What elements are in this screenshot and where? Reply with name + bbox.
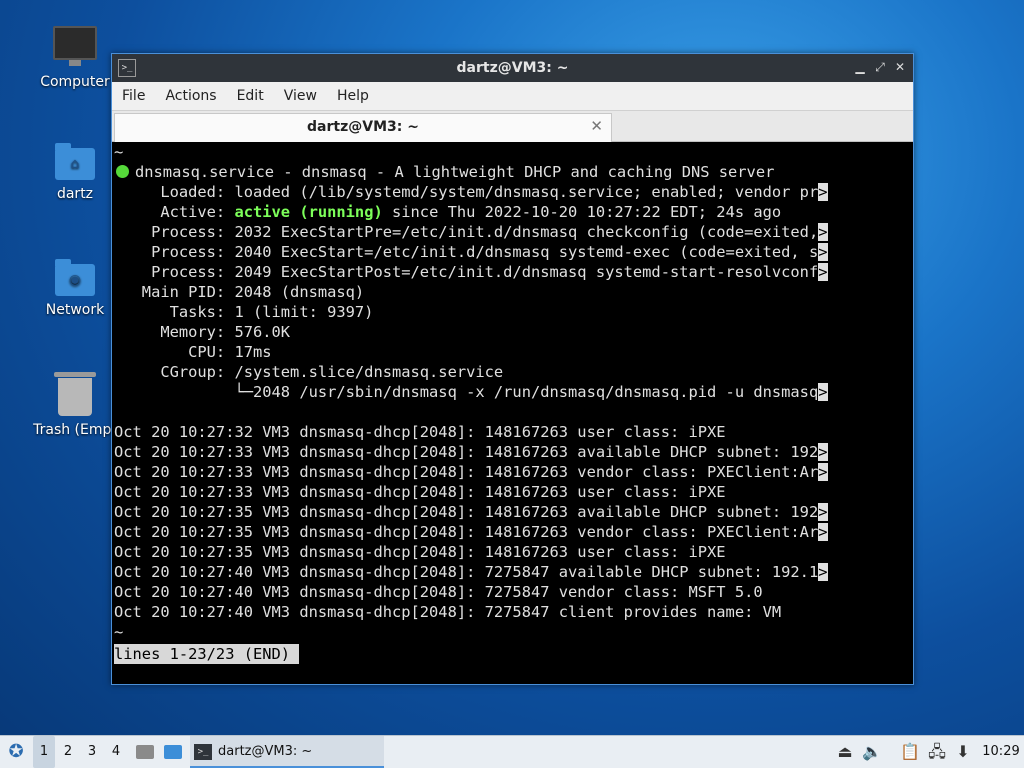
truncation-marker: > bbox=[818, 443, 828, 461]
maximize-icon[interactable]: ⤢ bbox=[872, 59, 888, 75]
menu-view[interactable]: View bbox=[278, 88, 323, 104]
clipboard-icon[interactable]: 📋 bbox=[899, 736, 921, 768]
terminal-line: ~ bbox=[114, 143, 124, 161]
terminal-line: Loaded: loaded (/lib/systemd/system/dnsm… bbox=[114, 183, 828, 201]
pager-status-line: lines 1-23/23 (END) bbox=[114, 644, 913, 664]
network-folder-icon: ◉ bbox=[55, 259, 95, 296]
workspace-3[interactable]: 3 bbox=[81, 736, 103, 768]
truncation-marker: > bbox=[818, 263, 828, 281]
window-title: dartz@VM3: ~ bbox=[456, 60, 569, 76]
terminal-line: Tasks: 1 (limit: 9397) bbox=[114, 303, 374, 321]
terminal-output[interactable]: ~ dnsmasq.service - dnsmasq - A lightweig… bbox=[112, 142, 913, 684]
desktop-icon-label: dartz bbox=[56, 186, 94, 202]
workspace-4[interactable]: 4 bbox=[105, 736, 127, 768]
workspace-2[interactable]: 2 bbox=[57, 736, 79, 768]
terminal-line: Process: 2032 ExecStartPre=/etc/init.d/d… bbox=[114, 223, 828, 241]
terminal-line: Oct 20 10:27:33 VM3 dnsmasq-dhcp[2048]: … bbox=[114, 443, 828, 461]
terminal-line: Process: 2049 ExecStartPost=/etc/init.d/… bbox=[114, 263, 828, 281]
terminal-line: Oct 20 10:27:33 VM3 dnsmasq-dhcp[2048]: … bbox=[114, 463, 828, 481]
terminal-line: CPU: 17ms bbox=[114, 343, 272, 361]
truncation-marker: > bbox=[818, 223, 828, 241]
tab-label: dartz@VM3: ~ bbox=[307, 119, 419, 135]
terminal-window: >_ dartz@VM3: ~ ▁ ⤢ ✕ File Actions Edit … bbox=[111, 53, 914, 685]
terminal-line: Oct 20 10:27:40 VM3 dnsmasq-dhcp[2048]: … bbox=[114, 563, 828, 581]
desktop-icon-label: Computer bbox=[40, 74, 110, 90]
terminal-line: Memory: 576.0K bbox=[114, 323, 291, 341]
menu-bar: File Actions Edit View Help bbox=[112, 82, 913, 111]
network-icon[interactable]: 🖧 bbox=[926, 736, 948, 768]
taskbar: ✪ 1 2 3 4 >_ dartz@VM3: ~ ⏏ 🔈 📋 🖧 ⬇ 10:29 bbox=[0, 735, 1024, 768]
terminal-line: Active: active (running) since Thu 2022-… bbox=[114, 203, 782, 221]
terminal-line: Oct 20 10:27:33 VM3 dnsmasq-dhcp[2048]: … bbox=[114, 483, 726, 501]
terminal-line: Oct 20 10:27:35 VM3 dnsmasq-dhcp[2048]: … bbox=[114, 543, 726, 561]
terminal-line: ~ bbox=[114, 623, 124, 641]
tab-close-icon[interactable]: ✕ bbox=[590, 117, 603, 135]
clock[interactable]: 10:29 bbox=[982, 736, 1020, 768]
terminal-line: Main PID: 2048 (dnsmasq) bbox=[114, 283, 365, 301]
menu-actions[interactable]: Actions bbox=[159, 88, 222, 104]
eject-icon[interactable]: ⏏ bbox=[834, 736, 856, 768]
menu-file[interactable]: File bbox=[116, 88, 151, 104]
volume-icon[interactable]: 🔈 bbox=[861, 736, 883, 768]
active-status: active (running) bbox=[234, 203, 383, 221]
desktop-icon-label: Trash (Empt bbox=[33, 422, 117, 438]
desktop-icon-computer[interactable]: Computer bbox=[27, 26, 123, 90]
truncation-marker: > bbox=[818, 503, 828, 521]
file-manager-launcher-icon[interactable] bbox=[134, 736, 156, 768]
terminal-line: Oct 20 10:27:40 VM3 dnsmasq-dhcp[2048]: … bbox=[114, 583, 763, 601]
terminal-line: Process: 2040 ExecStart=/etc/init.d/dnsm… bbox=[114, 243, 828, 261]
update-icon[interactable]: ⬇ bbox=[952, 736, 974, 768]
desktop-icon-home[interactable]: ⌂ dartz bbox=[27, 143, 123, 202]
desktop-icon-label: Network bbox=[45, 302, 105, 318]
terminal-line: Oct 20 10:27:40 VM3 dnsmasq-dhcp[2048]: … bbox=[114, 603, 782, 621]
workspace-1[interactable]: 1 bbox=[33, 736, 55, 768]
truncation-marker: > bbox=[818, 463, 828, 481]
terminal-line: dnsmasq.service - dnsmasq - A lightweigh… bbox=[114, 162, 913, 182]
terminal-line: Oct 20 10:27:35 VM3 dnsmasq-dhcp[2048]: … bbox=[114, 503, 828, 521]
tab-terminal[interactable]: dartz@VM3: ~ ✕ bbox=[114, 113, 612, 142]
window-titlebar[interactable]: >_ dartz@VM3: ~ ▁ ⤢ ✕ bbox=[112, 54, 913, 82]
trash-icon bbox=[54, 372, 96, 416]
minimize-icon[interactable]: ▁ bbox=[852, 59, 868, 75]
computer-icon bbox=[53, 26, 97, 66]
truncation-marker: > bbox=[818, 243, 828, 261]
status-dot-icon bbox=[116, 165, 129, 178]
home-folder-icon: ⌂ bbox=[55, 143, 95, 180]
show-desktop-icon[interactable] bbox=[162, 736, 184, 768]
desktop-icon-trash[interactable]: Trash (Empt bbox=[27, 372, 123, 438]
taskbar-task-terminal[interactable]: >_ dartz@VM3: ~ bbox=[190, 736, 384, 768]
terminal-line: Oct 20 10:27:35 VM3 dnsmasq-dhcp[2048]: … bbox=[114, 523, 828, 541]
terminal-icon: >_ bbox=[194, 743, 212, 760]
truncation-marker: > bbox=[818, 383, 828, 401]
truncation-marker: > bbox=[818, 523, 828, 541]
desktop-icon-network[interactable]: ◉ Network bbox=[27, 259, 123, 318]
task-label: dartz@VM3: ~ bbox=[218, 744, 313, 759]
close-icon[interactable]: ✕ bbox=[892, 59, 908, 75]
terminal-line: CGroup: /system.slice/dnsmasq.service bbox=[114, 363, 504, 381]
tab-bar: dartz@VM3: ~ ✕ bbox=[112, 111, 913, 142]
truncation-marker: > bbox=[818, 563, 828, 581]
terminal-line: Oct 20 10:27:32 VM3 dnsmasq-dhcp[2048]: … bbox=[114, 423, 726, 441]
terminal-line: └─2048 /usr/sbin/dnsmasq -x /run/dnsmasq… bbox=[114, 383, 828, 401]
pager-status-text: lines 1-23/23 (END) bbox=[114, 644, 300, 664]
start-menu-icon[interactable]: ✪ bbox=[4, 736, 28, 768]
truncation-marker: > bbox=[818, 183, 828, 201]
menu-help[interactable]: Help bbox=[331, 88, 375, 104]
menu-edit[interactable]: Edit bbox=[231, 88, 270, 104]
